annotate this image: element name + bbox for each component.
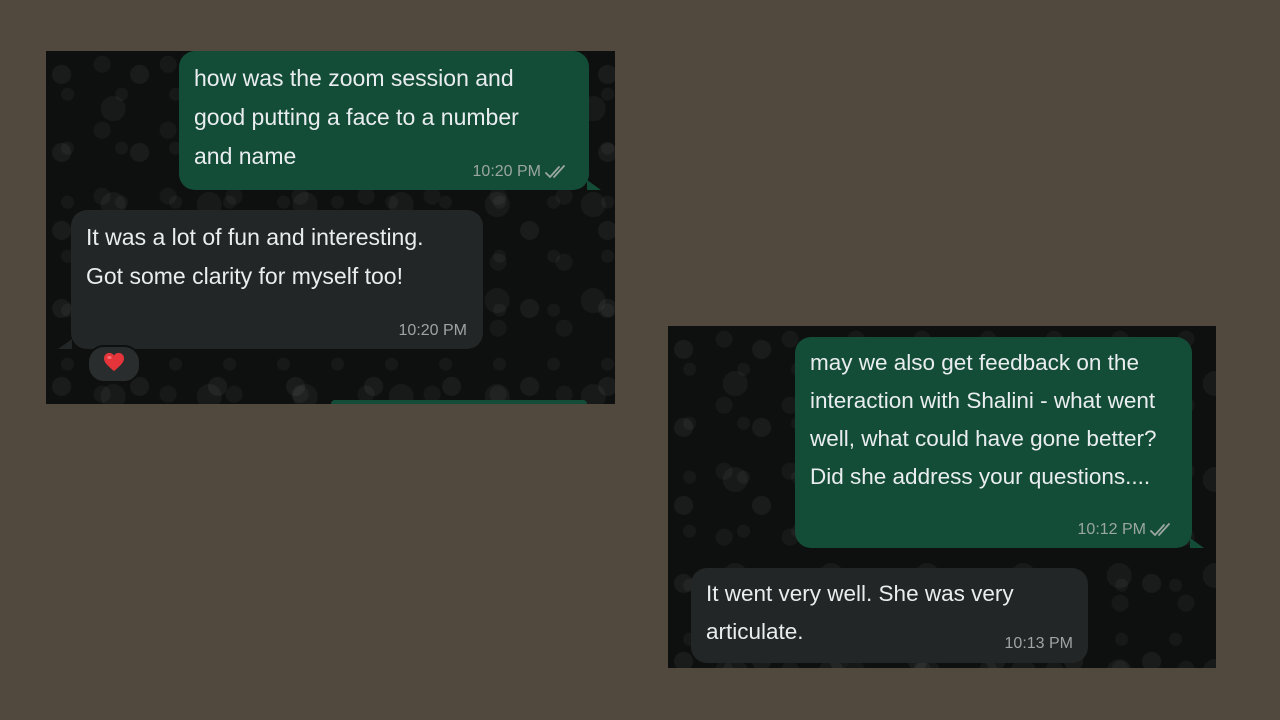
message-meta: 10:13 PM (1005, 635, 1073, 653)
message-time: 10:20 PM (472, 163, 541, 180)
double-check-icon (1150, 522, 1174, 538)
message-meta: 10:20 PM (399, 322, 467, 340)
message-text: It was a lot of fun and interesting. Got… (86, 224, 424, 289)
message-time: 10:13 PM (1004, 635, 1073, 652)
bubble-tail (1190, 538, 1204, 548)
message-meta: 10:20 PM (473, 163, 569, 181)
bubble-tail (58, 339, 72, 349)
outgoing-message[interactable]: how was the zoom session and good puttin… (179, 51, 589, 190)
message-reaction[interactable] (87, 345, 141, 383)
outgoing-message[interactable]: may we also get feedback on the interact… (795, 337, 1192, 548)
chat-screenshot-2: may we also get feedback on the interact… (668, 326, 1216, 668)
message-text: how was the zoom session and good puttin… (194, 65, 519, 169)
chat-screenshot-1: how was the zoom session and good puttin… (46, 51, 615, 404)
incoming-message[interactable]: It went very well. She was very articula… (691, 568, 1088, 663)
red-heart-icon (103, 352, 125, 377)
bubble-tail (587, 180, 601, 190)
incoming-message[interactable]: It was a lot of fun and interesting. Got… (71, 210, 483, 349)
message-time: 10:20 PM (398, 322, 467, 339)
message-meta: 10:12 PM (1078, 521, 1174, 539)
next-message-peek (331, 400, 587, 404)
message-time: 10:12 PM (1077, 521, 1146, 538)
message-text: may we also get feedback on the interact… (810, 350, 1157, 489)
double-check-icon (545, 164, 569, 180)
